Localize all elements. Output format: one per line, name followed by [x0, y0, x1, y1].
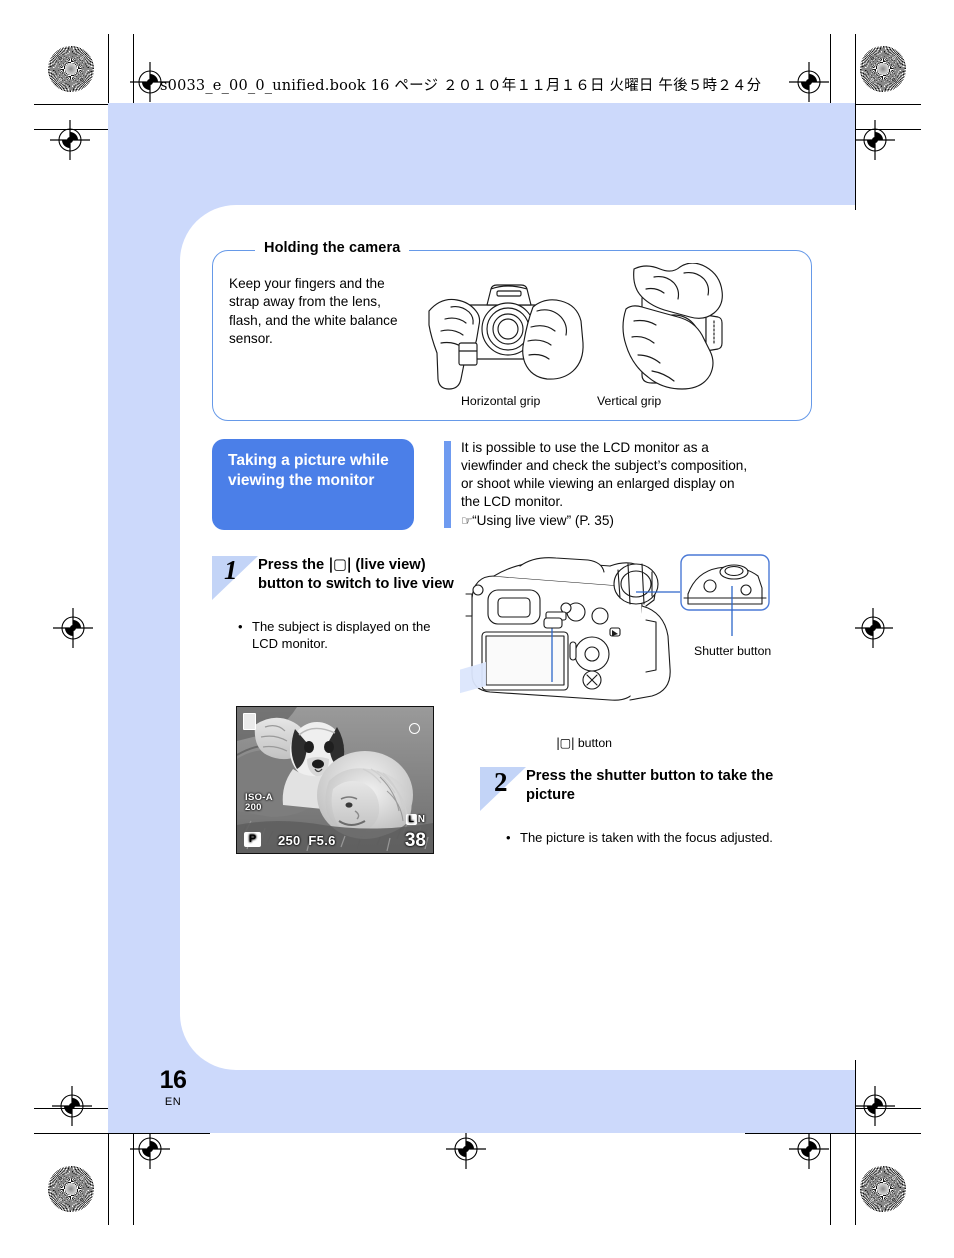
- sample-photograph: [237, 707, 433, 853]
- registration-target-mid-left-upper: [50, 120, 90, 160]
- section-reference: “Using live view” (P. 35): [472, 512, 614, 528]
- horizontal-grip-caption: Horizontal grip: [461, 394, 541, 408]
- holding-the-camera-body: Keep your fingers and the strap away fro…: [229, 276, 398, 347]
- live-view-button-callout: |▢| button: [556, 736, 612, 750]
- crop-line-bottom-left-h: [34, 1133, 210, 1134]
- crop-line-bottom-right-h: [745, 1133, 921, 1134]
- registration-target-bottom-left-inner: [52, 1086, 92, 1126]
- step-2-bullet-text: The picture is taken with the focus adju…: [520, 829, 773, 845]
- holding-the-camera-box: Holding the camera Keep your fingers and…: [212, 240, 812, 421]
- shutter-speed-value: 250: [278, 833, 301, 848]
- lcd-screen: ISO-A 200 P 250 F5.6 38 LN: [236, 706, 434, 854]
- step-2-number-badge: 2: [480, 767, 526, 811]
- registration-target-bottom-center-left: [130, 1129, 170, 1169]
- step-1-heading: Press the |▢| (live view) button to swit…: [258, 556, 454, 594]
- registration-target-mid-right: [853, 608, 893, 648]
- page-content: Holding the camera Keep your fingers and…: [212, 232, 812, 854]
- step-1-number: 1: [224, 555, 238, 585]
- step-1-number-badge: 1: [212, 555, 258, 600]
- registration-target-bottom-center: [446, 1129, 486, 1169]
- rosette-mark-bottom-left: [48, 1166, 94, 1212]
- iso-readout: ISO-A 200: [245, 793, 273, 813]
- step-2-bullet: • The picture is taken with the focus ad…: [506, 829, 806, 846]
- quality-compression-letter: N: [417, 814, 425, 825]
- print-slugline: s0033_e_00_0_unified.book 16 ページ ２０１０年１１…: [160, 78, 762, 94]
- quality-size-letter: L: [405, 814, 417, 825]
- shooting-mode-badge: P: [244, 832, 261, 847]
- step-1-bullet: • The subject is displayed on the LCD mo…: [238, 618, 450, 653]
- bullet-dot-icon: •: [506, 829, 511, 845]
- af-target-icon: [409, 723, 420, 734]
- registration-target-mid-right-upper: [855, 120, 895, 160]
- folio: 16 EN: [138, 1066, 208, 1109]
- vertical-grip-illustration: [622, 263, 723, 390]
- section-intro-row: Taking a picture while viewing the monit…: [212, 439, 812, 530]
- step-2: 2 Press the shutter button to take the p…: [480, 767, 810, 846]
- section-intro-line-2: or shoot while viewing an enlarged displ…: [461, 476, 735, 492]
- rosette-mark-top-left: [48, 46, 94, 92]
- live-view-button-icon: |▢|: [556, 736, 575, 750]
- registration-target-bottom-right-inner: [855, 1086, 895, 1126]
- aperture-value: F5.6: [308, 833, 336, 848]
- battery-icon: [243, 713, 256, 730]
- registration-target-bottom-center-right: [789, 1129, 829, 1169]
- iso-value: 200: [245, 801, 262, 813]
- registration-target-top-right: [789, 62, 829, 102]
- step-2-heading: Press the shutter button to take the pic…: [526, 768, 774, 803]
- holding-the-camera-legend: Holding the camera: [255, 240, 410, 256]
- step-1-heading-part-a: Press the: [258, 556, 329, 573]
- registration-target-mid-left: [53, 608, 93, 648]
- exposure-readout: 250 F5.6: [278, 833, 336, 848]
- section-intro-line-1: viewfinder and check the subject’s compo…: [461, 458, 748, 474]
- rosette-mark-top-right: [860, 46, 906, 92]
- live-view-icon: |▢|: [328, 555, 352, 573]
- shutter-button-callout: Shutter button: [694, 644, 772, 658]
- step-1-bullet-text: The subject is displayed on the LCD moni…: [252, 618, 431, 651]
- pointing-hand-icon: ☞: [461, 513, 473, 529]
- vertical-grip-caption: Vertical grip: [597, 394, 662, 408]
- rosette-mark-bottom-right: [860, 1166, 906, 1212]
- horizontal-grip-illustration: [428, 284, 584, 390]
- live-view-button-callout-label: button: [577, 736, 613, 750]
- section-intro-text: It is possible to use the LCD monitor as…: [444, 439, 807, 530]
- shots-remaining: 38: [404, 830, 426, 851]
- page-number: 16: [159, 1066, 187, 1094]
- bullet-dot-icon: •: [238, 618, 243, 634]
- section-title: Taking a picture while viewing the monit…: [212, 439, 414, 530]
- language-code: EN: [164, 1096, 182, 1108]
- section-intro-line-0: It is possible to use the LCD monitor as…: [461, 440, 709, 455]
- step-2-number: 2: [494, 767, 508, 797]
- lcd-monitor-sample: ISO-A 200 P 250 F5.6 38 LN: [236, 706, 434, 854]
- shutter-button-leader-line: [636, 586, 733, 636]
- image-quality-badge: LN: [405, 814, 425, 825]
- section-intro-line-3: the LCD monitor.: [461, 494, 563, 510]
- crop-line-bottom-right-v: [855, 1060, 856, 1225]
